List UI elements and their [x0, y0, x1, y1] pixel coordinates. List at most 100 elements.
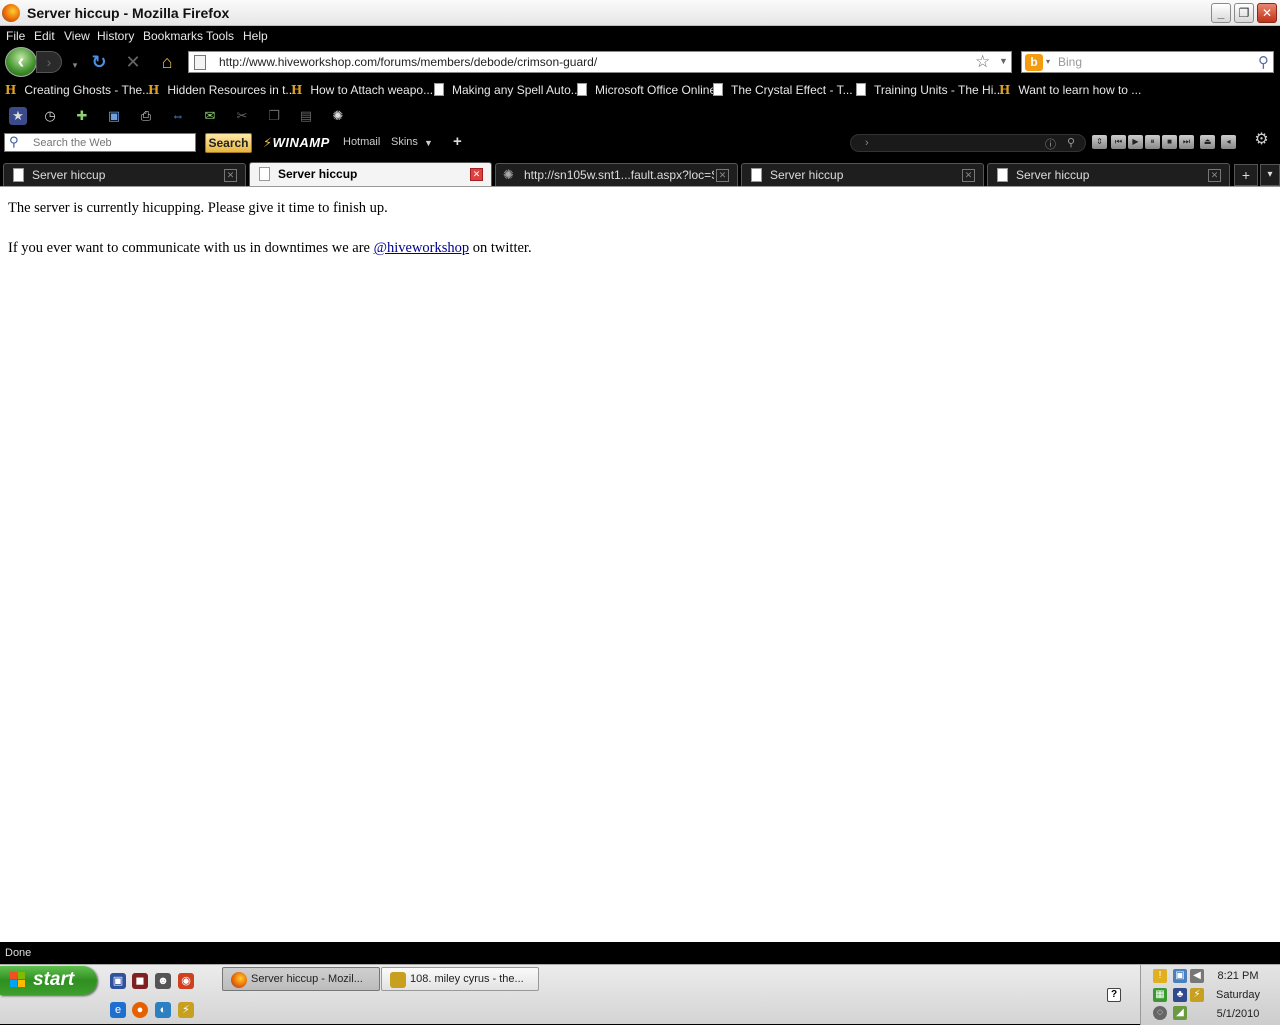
bookmark-item[interactable]: H Want to learn how to ... — [999, 83, 1141, 97]
home-icon[interactable]: ⌂ — [156, 52, 178, 72]
taskbar-item-firefox[interactable]: Server hiccup - Mozil... — [222, 967, 380, 991]
window-title-bar[interactable]: Server hiccup - Mozilla Firefox _ ❐ ✕ — [0, 0, 1280, 26]
fullscreen-icon[interactable]: ⇔ — [169, 107, 187, 125]
info-icon[interactable]: ⓘ — [1045, 136, 1056, 152]
firefox-icon[interactable]: ● — [132, 1002, 148, 1018]
volume-icon[interactable]: ◂ — [1221, 135, 1236, 149]
star-icon[interactable]: ☆ — [975, 52, 990, 72]
mail-icon[interactable]: ✉ — [201, 107, 219, 125]
bookmark-item[interactable]: Microsoft Office Online — [577, 83, 716, 97]
show-desktop-icon[interactable]: ▣ — [110, 973, 126, 989]
stop-icon[interactable]: ✕ — [122, 52, 144, 72]
search-bar[interactable]: b ▾ Bing ⚲ — [1021, 51, 1274, 73]
stop-icon[interactable]: ■ — [1162, 135, 1177, 149]
winamp-icon[interactable]: ⚡ — [178, 1002, 194, 1018]
tab-server-hiccup-active[interactable]: Server hiccup ✕ — [249, 162, 492, 186]
bookmark-item[interactable]: Training Units - The Hi... — [856, 83, 1003, 97]
hotmail-link[interactable]: Hotmail — [343, 136, 380, 148]
url-dropdown-icon[interactable]: ▼ — [999, 56, 1008, 66]
tab-close-icon[interactable]: ✕ — [224, 169, 237, 182]
twitter-link[interactable]: @hiveworkshop — [374, 240, 470, 256]
menu-history[interactable]: History — [97, 29, 134, 43]
winamp-search-button[interactable]: Search — [205, 133, 252, 153]
print-icon[interactable]: ⎙ — [137, 107, 155, 125]
reload-icon[interactable]: ↻ — [88, 52, 110, 72]
menu-bookmarks[interactable]: Bookmarks — [143, 29, 203, 43]
new-tab-button[interactable]: + — [1234, 164, 1258, 186]
tray-app-icon[interactable]: ◌ — [1153, 1006, 1167, 1020]
close-button[interactable]: ✕ — [1257, 3, 1277, 23]
minimize-button[interactable]: _ — [1211, 3, 1231, 23]
windows-update-icon[interactable]: ▦ — [1153, 988, 1167, 1002]
bookmarks-toolbar: H Creating Ghosts - The... H Hidden Resour… — [0, 80, 1280, 102]
menu-tools[interactable]: Tools — [206, 29, 234, 43]
new-window-icon[interactable]: ✚ — [73, 107, 91, 125]
menu-view[interactable]: View — [64, 29, 90, 43]
eject-icon[interactable]: ⏏ — [1200, 135, 1215, 149]
bookmarks-sidebar-icon[interactable]: ★ — [9, 107, 27, 125]
new-tab-icon[interactable]: ▣ — [105, 107, 123, 125]
tab-close-icon[interactable]: ✕ — [962, 169, 975, 182]
taskbar-item-winamp[interactable]: 108. miley cyrus - the... — [381, 967, 539, 991]
tab-server-hiccup[interactable]: Server hiccup ✕ — [741, 163, 984, 186]
tab-server-hiccup[interactable]: Server hiccup ✕ — [987, 163, 1230, 186]
previous-icon[interactable]: ⏮ — [1111, 135, 1126, 149]
bookmark-item[interactable]: The Crystal Effect - T... — [713, 83, 853, 97]
play-icon[interactable]: ▶ — [1128, 135, 1143, 149]
menu-edit[interactable]: Edit — [34, 29, 55, 43]
internet-explorer-icon[interactable]: e — [110, 1002, 126, 1018]
paste-icon[interactable]: ▤ — [297, 107, 315, 125]
history-dropdown-icon[interactable]: ▾ — [64, 55, 86, 75]
restore-button[interactable]: ❐ — [1234, 3, 1254, 23]
tab-server-hiccup[interactable]: Server hiccup ✕ — [3, 163, 246, 186]
tab-close-icon[interactable]: ✕ — [470, 168, 483, 181]
tab-label: Server hiccup — [1016, 168, 1090, 182]
tab-list-button[interactable]: ▾ — [1260, 164, 1280, 186]
engine-dropdown-icon[interactable]: ▾ — [1046, 57, 1050, 66]
history-clock-icon[interactable]: ◷ — [41, 107, 59, 125]
tab-close-icon[interactable]: ✕ — [1208, 169, 1221, 182]
network-icon[interactable]: ▣ — [1173, 969, 1187, 983]
winamp-search-field[interactable]: ⚲ — [4, 133, 196, 152]
bing-engine-icon[interactable]: b — [1025, 54, 1043, 71]
bookmark-item[interactable]: Making any Spell Auto... — [434, 83, 581, 97]
search-icon[interactable]: ⚲ — [1258, 53, 1269, 71]
page-icon — [194, 55, 206, 70]
nvidia-icon[interactable]: ◢ — [1173, 1006, 1187, 1020]
pause-icon[interactable]: ⏸ — [1145, 135, 1160, 149]
status-bar: Done — [0, 942, 1280, 964]
cut-icon[interactable]: ✂ — [233, 107, 251, 125]
bookmark-item[interactable]: H How to Attach weapo... — [291, 83, 433, 97]
bookmark-item[interactable]: H Hidden Resources in t... — [148, 83, 295, 97]
skins-link[interactable]: Skins — [391, 136, 418, 148]
skins-dropdown-icon[interactable]: ▼ — [424, 138, 433, 148]
winamp-toolbar: ⚲ Search ⚡WINAMP Hotmail Skins ▼ + › ⓘ ⚲… — [0, 130, 1280, 156]
winamp-add-button[interactable]: + — [453, 133, 462, 150]
app-launcher-icon[interactable]: ◼ — [132, 973, 148, 989]
winamp-search-input[interactable] — [33, 135, 193, 151]
shuffle-icon[interactable]: ⇕ — [1092, 135, 1107, 149]
bookmark-item[interactable]: H Creating Ghosts - The... — [5, 83, 152, 97]
gimp-icon[interactable]: ☻ — [155, 973, 171, 989]
page-icon — [259, 167, 270, 181]
url-bar[interactable]: http://www.hiveworkshop.com/forums/membe… — [188, 51, 1012, 73]
quick-launch-icon[interactable]: ◐ — [155, 1002, 171, 1018]
msn-icon[interactable]: ♣ — [1173, 988, 1187, 1002]
start-button[interactable]: start — [0, 966, 97, 995]
help-icon[interactable]: ? — [1107, 988, 1121, 1002]
next-icon[interactable]: ⏭ — [1179, 135, 1194, 149]
tab-close-icon[interactable]: ✕ — [716, 169, 729, 182]
browser-icon[interactable]: ◉ — [178, 973, 194, 989]
tab-hotmail-loading[interactable]: ✺ http://sn105w.snt1...fault.aspx?loc=SG… — [495, 163, 738, 186]
back-icon[interactable]: ‹ — [5, 47, 37, 77]
gear-icon[interactable]: ⚙ — [1254, 132, 1269, 148]
menu-help[interactable]: Help — [243, 29, 268, 43]
winamp-search-icon[interactable]: ⚲ — [1067, 136, 1075, 149]
forward-icon[interactable]: › — [36, 51, 62, 73]
copy-icon[interactable]: ❐ — [265, 107, 283, 125]
menu-file[interactable]: File — [6, 29, 25, 43]
page-icon — [13, 168, 24, 182]
loading-spinner-icon[interactable]: ✺ — [329, 107, 347, 125]
winamp-logo[interactable]: ⚡WINAMP — [263, 135, 330, 151]
security-shield-icon[interactable]: ! — [1153, 969, 1167, 983]
